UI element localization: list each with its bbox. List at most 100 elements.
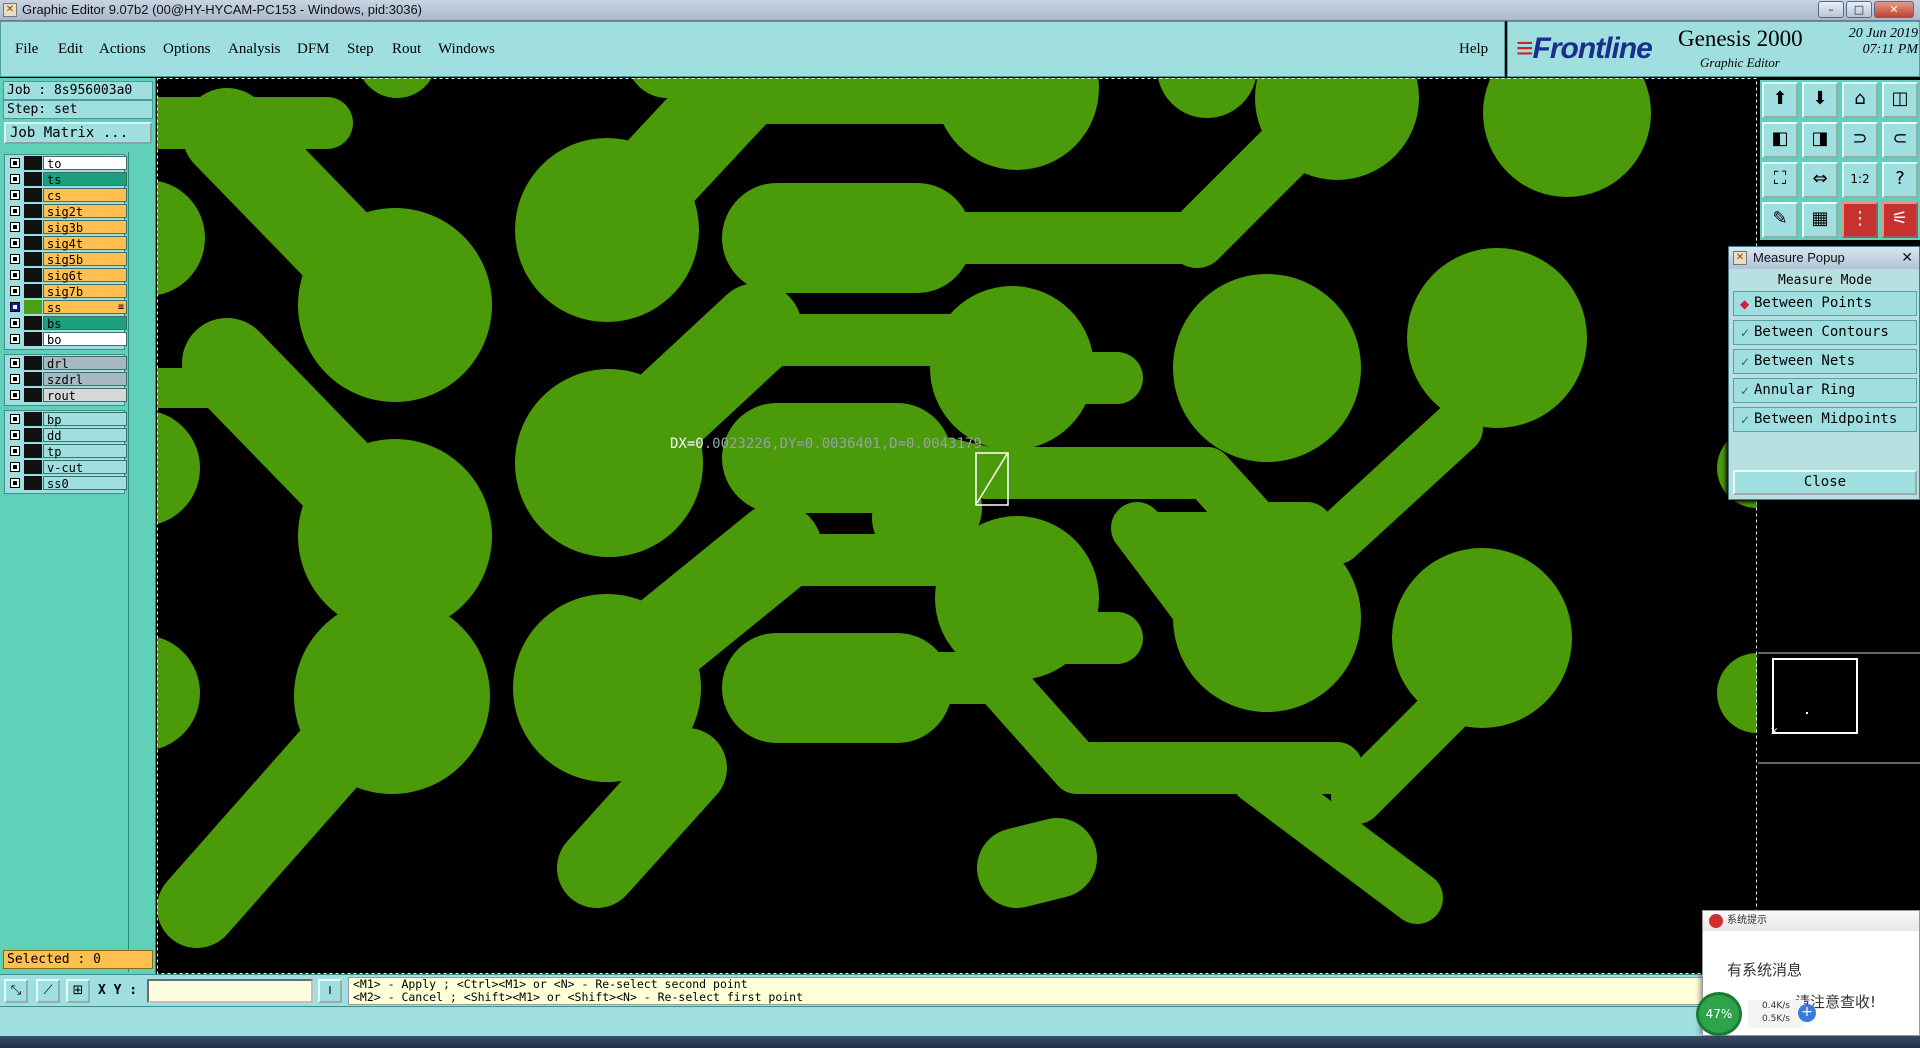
layer-checkbox[interactable] xyxy=(10,270,20,280)
layer-name[interactable]: ss ≡ xyxy=(43,300,127,315)
menu-dfm[interactable]: DFM xyxy=(297,41,330,58)
layer-name[interactable]: tp xyxy=(43,444,127,459)
layer-row[interactable]: sig6t xyxy=(5,267,127,283)
menu-help[interactable]: Help xyxy=(1459,41,1488,58)
layer-row[interactable]: tp xyxy=(5,443,127,459)
layer-checkbox[interactable] xyxy=(10,286,20,296)
layer-color-swatch[interactable] xyxy=(24,372,42,386)
measure-option[interactable]: ◆ Between Points xyxy=(1733,291,1917,316)
layer-scrollbar[interactable] xyxy=(128,152,154,972)
close-window-button[interactable]: ✕ xyxy=(1874,1,1914,18)
minimize-button[interactable]: – xyxy=(1818,1,1844,18)
layer-name[interactable]: sig2t xyxy=(43,204,127,219)
layer-color-swatch[interactable] xyxy=(24,460,42,474)
home-icon[interactable]: ⌂ xyxy=(1842,82,1878,118)
pan-left-icon[interactable]: ◧ xyxy=(1762,122,1798,158)
pan-right-icon[interactable]: ◨ xyxy=(1802,122,1838,158)
measure-option[interactable]: ✓ Between Nets xyxy=(1733,349,1917,374)
popup-close-icon[interactable]: ✕ xyxy=(1901,247,1913,269)
layer-name[interactable]: sig4t xyxy=(43,236,127,251)
layer-checkbox[interactable] xyxy=(10,302,20,312)
layer-checkbox[interactable] xyxy=(10,238,20,248)
layer-name[interactable]: sig3b xyxy=(43,220,127,235)
layer-checkbox[interactable] xyxy=(10,190,20,200)
snap-grid-icon[interactable]: ⊞ xyxy=(66,979,90,1003)
layer-row[interactable]: drl xyxy=(5,355,127,371)
layer-row[interactable]: dd xyxy=(5,427,127,443)
layer-name[interactable]: drl xyxy=(43,356,127,371)
menu-options[interactable]: Options xyxy=(163,41,211,58)
measure-option[interactable]: ✓ Between Midpoints xyxy=(1733,407,1917,432)
layer-checkbox[interactable] xyxy=(10,206,20,216)
layer-color-swatch[interactable] xyxy=(24,316,42,330)
menu-rout[interactable]: Rout xyxy=(392,41,421,58)
layer-color-swatch[interactable] xyxy=(24,332,42,346)
layers-red-icon[interactable]: ⋮ xyxy=(1842,202,1878,238)
layer-name[interactable]: dd xyxy=(43,428,127,443)
layer-color-swatch[interactable] xyxy=(24,300,42,314)
zoom-icon[interactable]: ⤡ xyxy=(4,979,28,1003)
layer-row[interactable]: bs xyxy=(5,315,127,331)
split-view-icon[interactable]: ◫ xyxy=(1882,82,1918,118)
layer-name[interactable]: v-cut xyxy=(43,460,127,475)
layer-row[interactable]: sig2t xyxy=(5,203,127,219)
layer-checkbox[interactable] xyxy=(10,158,20,168)
layer-color-swatch[interactable] xyxy=(24,220,42,234)
layer-checkbox[interactable] xyxy=(10,174,20,184)
menu-actions[interactable]: Actions xyxy=(99,41,146,58)
layer-color-swatch[interactable] xyxy=(24,476,42,490)
close-button[interactable]: Close xyxy=(1733,470,1917,495)
layer-name[interactable]: rout xyxy=(43,388,127,403)
layer-row[interactable]: ss0 xyxy=(5,475,127,491)
menu-step[interactable]: Step xyxy=(347,41,374,58)
measure-tool-icon[interactable]: ⟋ xyxy=(36,979,60,1003)
maximize-button[interactable]: □ xyxy=(1846,1,1872,18)
layer-row[interactable]: v-cut xyxy=(5,459,127,475)
layer-name[interactable]: sig7b xyxy=(43,284,127,299)
layer-row[interactable]: ss ≡ xyxy=(5,299,127,315)
layer-color-swatch[interactable] xyxy=(24,284,42,298)
layer-name[interactable]: sig6t xyxy=(43,268,127,283)
fit-screen-icon[interactable]: ⛶ xyxy=(1762,162,1798,198)
measure-option[interactable]: ✓ Between Contours xyxy=(1733,320,1917,345)
graphic-canvas[interactable]: DX=0.0023226,DY=0.0036401,D=0.0043179 xyxy=(157,78,1757,974)
layer-row[interactable]: sig7b xyxy=(5,283,127,299)
layer-checkbox[interactable] xyxy=(10,478,20,488)
overview-window[interactable]: × xyxy=(1770,658,1858,737)
layer-name[interactable]: ts xyxy=(43,172,127,187)
layer-checkbox[interactable] xyxy=(10,430,20,440)
layer-row[interactable]: szdrl xyxy=(5,371,127,387)
menu-windows[interactable]: Windows xyxy=(438,41,495,58)
layer-row[interactable]: ts xyxy=(5,171,127,187)
layer-color-swatch[interactable] xyxy=(24,444,42,458)
layer-name[interactable]: sig5b xyxy=(43,252,127,267)
layer-row[interactable]: rout xyxy=(5,387,127,403)
layer-checkbox[interactable] xyxy=(10,462,20,472)
layer-row[interactable]: sig4t xyxy=(5,235,127,251)
text-cursor-icon[interactable]: I xyxy=(318,979,342,1003)
layer-color-swatch[interactable] xyxy=(24,388,42,402)
layer-color-swatch[interactable] xyxy=(24,236,42,250)
layer-color-swatch[interactable] xyxy=(24,356,42,370)
snapshot-icon[interactable]: ⬆ xyxy=(1762,82,1798,118)
layer-name[interactable]: bp xyxy=(43,412,127,427)
grid-icon[interactable]: ▦ xyxy=(1802,202,1838,238)
layer-color-swatch[interactable] xyxy=(24,188,42,202)
pen-icon[interactable]: ✎ xyxy=(1762,202,1798,238)
menu-edit[interactable]: Edit xyxy=(58,41,83,58)
layer-checkbox[interactable] xyxy=(10,318,20,328)
layer-checkbox[interactable] xyxy=(10,358,20,368)
layer-color-swatch[interactable] xyxy=(24,156,42,170)
layer-row[interactable]: to xyxy=(5,155,127,171)
layer-row[interactable]: bo xyxy=(5,331,127,347)
xy-input[interactable] xyxy=(147,979,313,1003)
layer-name[interactable]: ss0 xyxy=(43,476,127,491)
layer-color-swatch[interactable] xyxy=(24,268,42,282)
layer-name[interactable]: szdrl xyxy=(43,372,127,387)
help-icon[interactable]: ? xyxy=(1882,162,1918,198)
layer-color-swatch[interactable] xyxy=(24,204,42,218)
measure-option[interactable]: ✓ Annular Ring xyxy=(1733,378,1917,403)
layer-checkbox[interactable] xyxy=(10,222,20,232)
pcb-artwork[interactable] xyxy=(157,78,1757,974)
fit-width-icon[interactable]: ⇔ xyxy=(1802,162,1838,198)
